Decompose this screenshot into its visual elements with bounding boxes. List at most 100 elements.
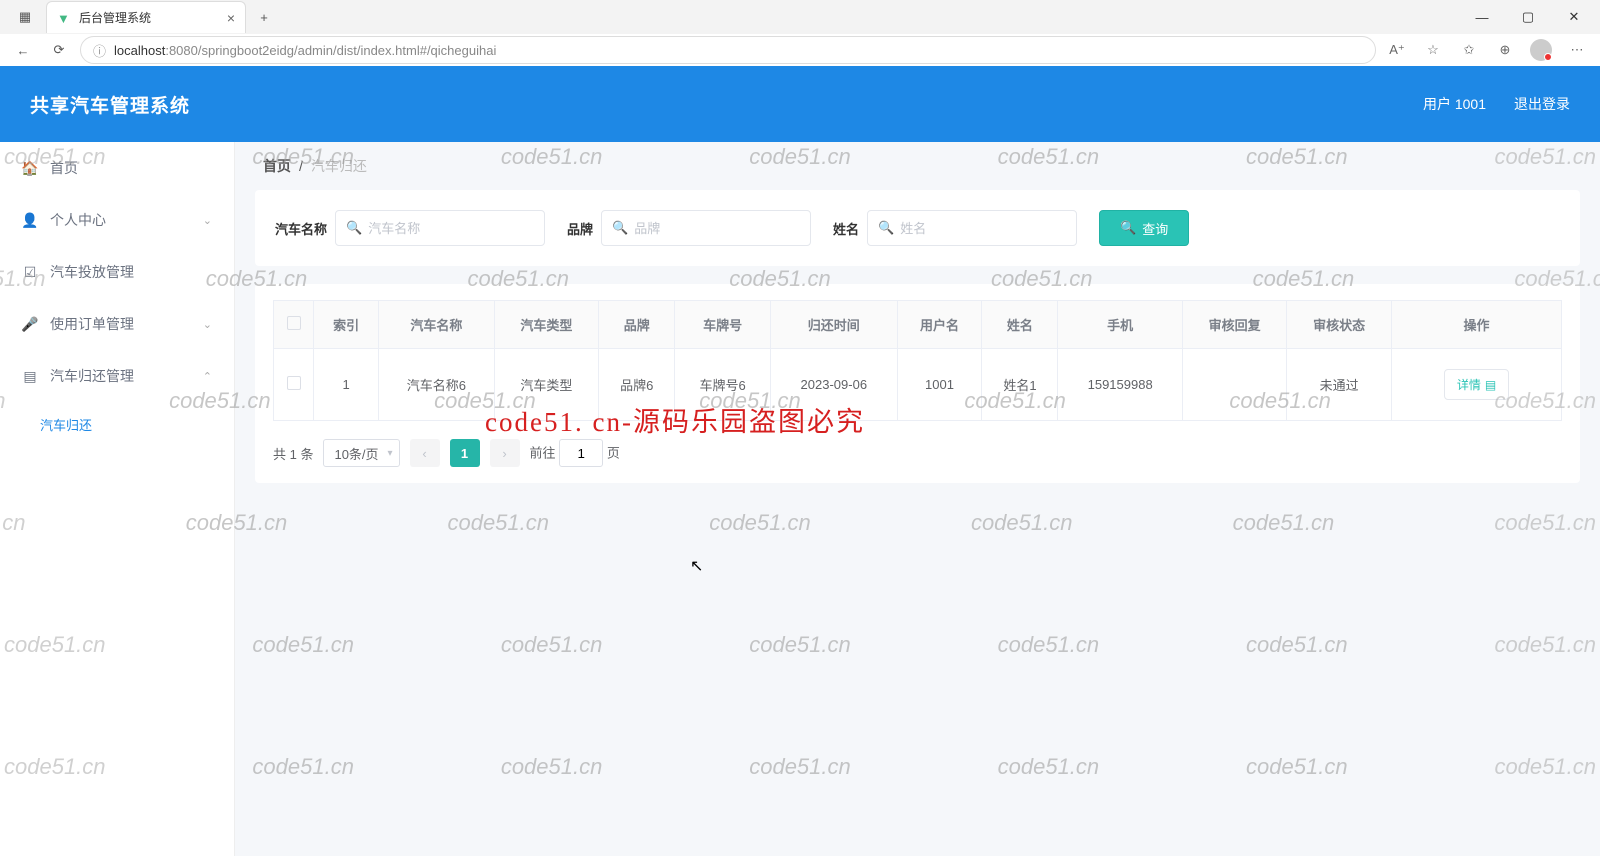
close-icon[interactable]: ×	[227, 10, 235, 26]
cell-reply	[1182, 349, 1287, 421]
pagination: 共 1 条 10条/页 ‹ 1 › 前往 页	[273, 439, 1562, 467]
breadcrumb-current: 汽车归还	[311, 156, 367, 176]
app-logo: 共享汽车管理系统	[30, 91, 190, 118]
cell-status: 未通过	[1287, 349, 1392, 421]
sidebar-item-profile[interactable]: 👤 个人中心 ⌄	[0, 194, 234, 246]
chevron-down-icon: ⌄	[203, 214, 212, 227]
cell-username: 1001	[897, 349, 982, 421]
sidebar-item-car-return[interactable]: ▤ 汽车归还管理 ⌃	[0, 350, 234, 402]
th-plate: 车牌号	[675, 301, 771, 349]
th-action: 操作	[1392, 301, 1562, 349]
sidebar-item-label: 使用订单管理	[50, 314, 134, 334]
next-page-button[interactable]: ›	[490, 439, 520, 467]
sidebar-item-order[interactable]: 🎤 使用订单管理 ⌄	[0, 298, 234, 350]
close-window-icon[interactable]: ✕	[1552, 2, 1596, 32]
read-aloud-icon[interactable]: A⁺	[1382, 36, 1412, 64]
breadcrumb-home[interactable]: 首页	[263, 156, 291, 176]
doc-icon: ▤	[1485, 378, 1496, 392]
cell-index: 1	[314, 349, 379, 421]
th-index: 索引	[314, 301, 379, 349]
brand-input[interactable]: 🔍	[601, 210, 811, 246]
car-name-input[interactable]: 🔍	[335, 210, 545, 246]
browser-chrome: ▦ ▼ 后台管理系统 × + — ▢ ✕ ← ⟳ ⓘ localhost:808…	[0, 0, 1600, 66]
url-input[interactable]: ⓘ localhost:8080/springboot2eidg/admin/d…	[80, 36, 1376, 64]
app-header: 共享汽车管理系统 用户 1001 退出登录	[0, 66, 1600, 142]
th-status: 审核状态	[1287, 301, 1392, 349]
page-total: 共 1 条	[273, 444, 313, 463]
table-panel: 索引 汽车名称 汽车类型 品牌 车牌号 归还时间 用户名 姓名 手机 审核回复 …	[255, 284, 1580, 483]
th-reply: 审核回复	[1182, 301, 1287, 349]
chevron-up-icon: ⌃	[203, 370, 212, 383]
th-car-name: 汽车名称	[379, 301, 494, 349]
th-return-time: 归还时间	[771, 301, 897, 349]
table-header-row: 索引 汽车名称 汽车类型 品牌 车牌号 归还时间 用户名 姓名 手机 审核回复 …	[274, 301, 1562, 349]
sidebar: 🏠 首页 👤 个人中心 ⌄ ☑ 汽车投放管理 🎤 使用订单管理 ⌄ ▤ 汽车归还…	[0, 142, 235, 856]
th-username: 用户名	[897, 301, 982, 349]
cell-phone: 159159988	[1058, 349, 1182, 421]
prev-page-button[interactable]: ‹	[410, 439, 440, 467]
cell-car-type: 汽车类型	[494, 349, 599, 421]
mic-icon: 🎤	[22, 316, 38, 332]
sidebar-item-label: 首页	[50, 158, 78, 178]
chevron-down-icon: ⌄	[203, 318, 212, 331]
cell-return-time: 2023-09-06	[771, 349, 897, 421]
maximize-icon[interactable]: ▢	[1506, 2, 1550, 32]
minimize-icon[interactable]: —	[1460, 2, 1504, 32]
th-car-type: 汽车类型	[494, 301, 599, 349]
module-icon: ▤	[22, 368, 38, 384]
sidebar-item-car-deploy[interactable]: ☑ 汽车投放管理	[0, 246, 234, 298]
th-brand: 品牌	[599, 301, 675, 349]
checkbox-all[interactable]	[287, 316, 301, 330]
sidebar-item-home[interactable]: 🏠 首页	[0, 142, 234, 194]
page-size-select[interactable]: 10条/页	[323, 439, 399, 467]
person-icon: 👤	[22, 212, 38, 228]
cell-car-name: 汽车名称6	[379, 349, 494, 421]
new-tab-button[interactable]: +	[250, 3, 278, 31]
page-jump-input[interactable]	[559, 439, 603, 467]
tab-bar: ▦ ▼ 后台管理系统 × + — ▢ ✕	[0, 0, 1600, 34]
cell-plate: 车牌号6	[675, 349, 771, 421]
breadcrumb: 首页 / 汽车归还	[255, 142, 1580, 190]
search-icon: 🔍	[878, 220, 894, 236]
sidebar-item-label: 汽车归还管理	[50, 366, 134, 386]
sidebar-item-label: 汽车投放管理	[50, 262, 134, 282]
table-row: 1 汽车名称6 汽车类型 品牌6 车牌号6 2023-09-06 1001 姓名…	[274, 349, 1562, 421]
page-number-current[interactable]: 1	[450, 439, 480, 467]
favicon-icon: ▼	[57, 11, 71, 25]
label-brand: 品牌	[567, 219, 593, 238]
detail-button[interactable]: 详情 ▤	[1444, 369, 1509, 400]
cell-cust-name: 姓名1	[982, 349, 1058, 421]
tab-title: 后台管理系统	[79, 9, 219, 26]
sidebar-subitem-car-return[interactable]: 汽车归还	[0, 402, 234, 446]
search-icon: 🔍	[346, 220, 362, 236]
more-icon[interactable]: ⋯	[1562, 36, 1592, 64]
logout-button[interactable]: 退出登录	[1514, 94, 1570, 114]
header-user[interactable]: 用户 1001	[1423, 94, 1486, 114]
search-icon: 🔍	[1120, 220, 1136, 236]
collections-icon[interactable]: ⊕	[1490, 36, 1520, 64]
checkbox-row[interactable]	[287, 376, 301, 390]
search-icon: 🔍	[612, 220, 628, 236]
home-icon: 🏠	[22, 160, 38, 176]
check-icon: ☑	[22, 264, 38, 280]
cell-brand: 品牌6	[599, 349, 675, 421]
back-icon[interactable]: ←	[8, 36, 38, 64]
search-panel: 汽车名称 🔍 品牌 🔍 姓名	[255, 190, 1580, 266]
person-input[interactable]: 🔍	[867, 210, 1077, 246]
th-phone: 手机	[1058, 301, 1182, 349]
refresh-icon[interactable]: ⟳	[44, 36, 74, 64]
address-bar: ← ⟳ ⓘ localhost:8080/springboot2eidg/adm…	[0, 34, 1600, 66]
page-jump: 前往 页	[530, 439, 620, 467]
sidebar-item-label: 个人中心	[50, 210, 106, 230]
profile-icon[interactable]	[1526, 36, 1556, 64]
info-icon: ⓘ	[93, 41, 106, 60]
star-icon[interactable]: ☆	[1418, 36, 1448, 64]
favorites-icon[interactable]: ✩	[1454, 36, 1484, 64]
label-car-name: 汽车名称	[275, 219, 327, 238]
label-person: 姓名	[833, 219, 859, 238]
query-button[interactable]: 🔍 查询	[1099, 210, 1189, 246]
browser-tab[interactable]: ▼ 后台管理系统 ×	[46, 1, 246, 33]
sidebar-toggle-icon[interactable]: ▦	[16, 8, 34, 26]
th-name: 姓名	[982, 301, 1058, 349]
data-table: 索引 汽车名称 汽车类型 品牌 车牌号 归还时间 用户名 姓名 手机 审核回复 …	[273, 300, 1562, 421]
